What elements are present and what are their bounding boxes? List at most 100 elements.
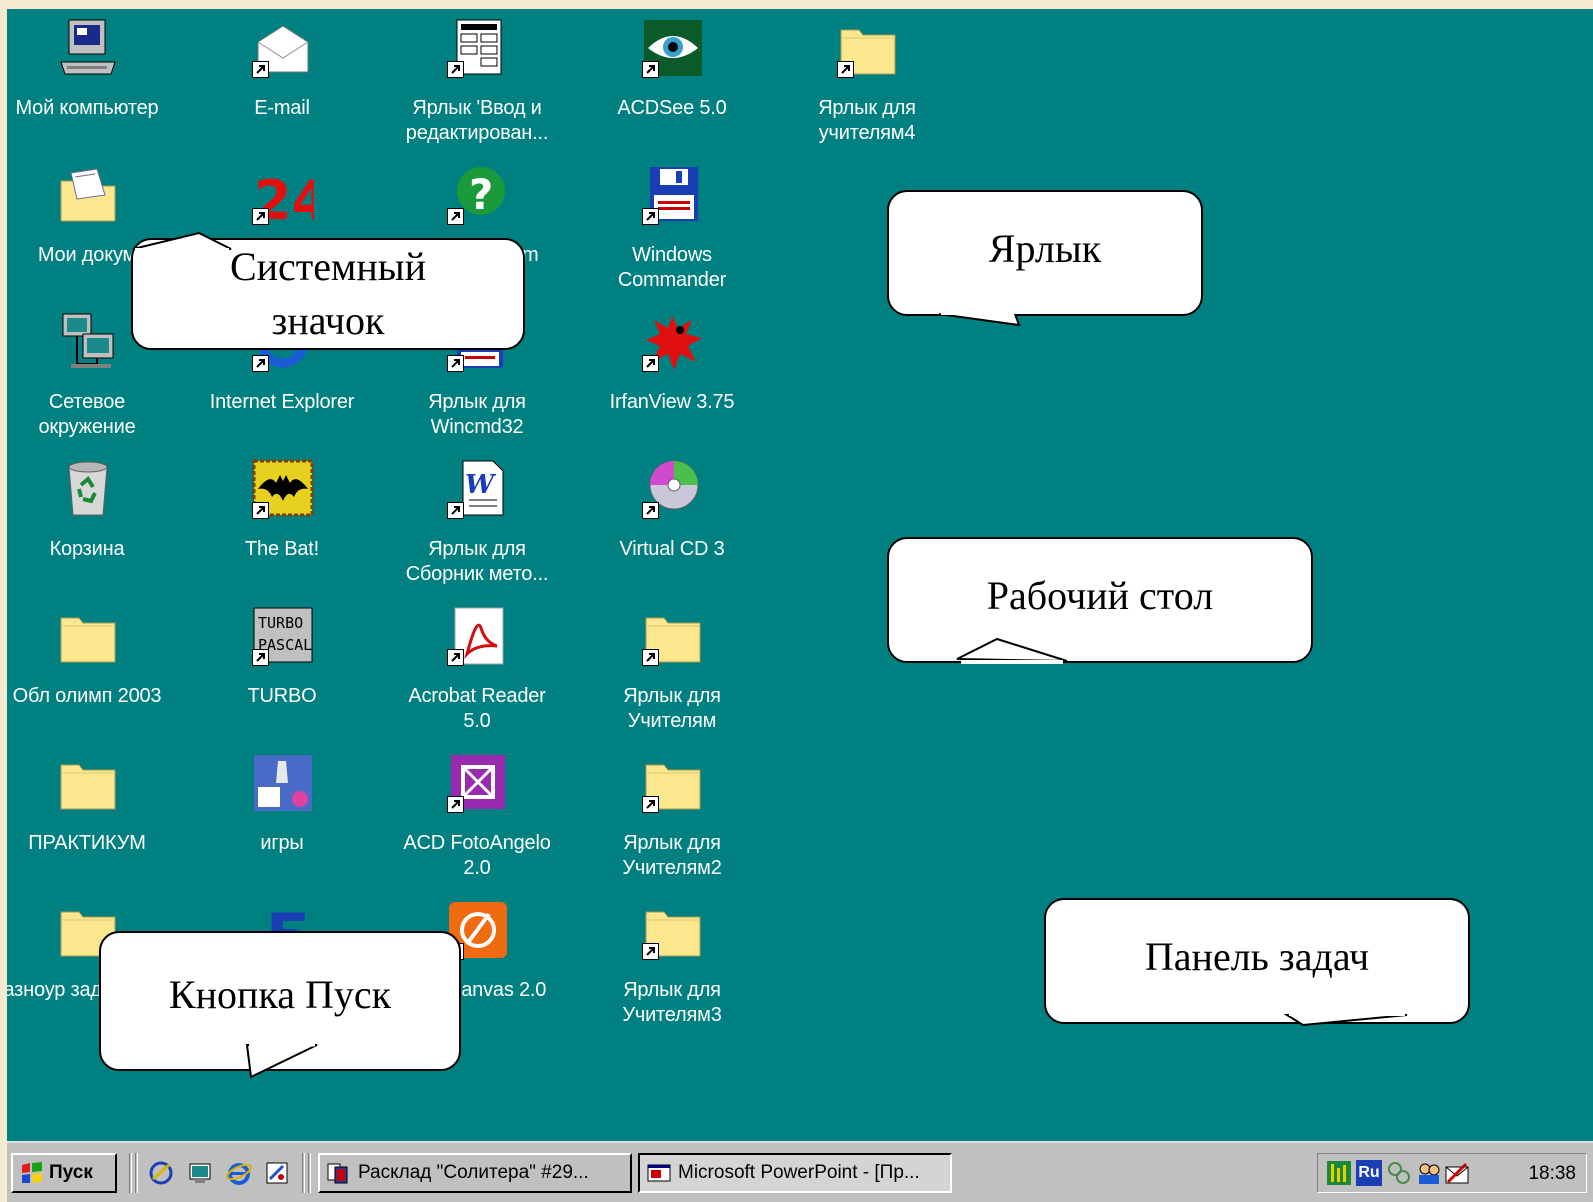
desktop-icon-label: Ярлык для Сборник мето... — [405, 538, 549, 585]
callout-start-button-text: Кнопка Пуск — [168, 972, 392, 1017]
task-button-powerpoint-label: Microsoft PowerPoint - [Пр... — [678, 1162, 920, 1183]
desktop-icon-item[interactable]: W Ярлык для Сборник мето... — [397, 459, 557, 599]
desktop-icon-label: Сетевое окружение — [38, 391, 136, 438]
desktop-icon-item[interactable]: Ярлык 'Ввод и редактирован... — [397, 18, 557, 158]
desktop-icon-item[interactable]: ПРАКТИКУМ — [7, 753, 167, 893]
language-indicator[interactable]: Ru — [1356, 1160, 1382, 1186]
desktop-icon-item[interactable]: The Bat! — [202, 459, 362, 599]
shortcut-arrow-icon — [642, 61, 659, 78]
desktop[interactable]: Мой компьютер E-mail Ярлык 'Ввод и редакти… — [7, 9, 1593, 1202]
shortcut-arrow-icon — [252, 502, 269, 519]
callout-system-icon-tail — [132, 231, 232, 252]
desktop-icon-label: Ярлык 'Ввод и редактирован... — [405, 97, 549, 144]
folder-icon — [57, 753, 119, 815]
taskbar-separator — [308, 1153, 311, 1193]
callout-shortcut-tail — [938, 311, 1021, 327]
shortcut-arrow-icon — [642, 649, 659, 666]
desktop-icon-label: Acrobat Reader 5.0 — [408, 685, 546, 732]
desktop-icon-label: Обл олимп 2003 — [12, 685, 162, 707]
desktop-icon-label: ПРАКТИКУМ — [28, 832, 146, 854]
shortcut-arrow-icon — [642, 502, 659, 519]
start-button-label: Пуск — [49, 1162, 93, 1183]
desktop-icon-label: Корзина — [49, 538, 125, 560]
mail-check-icon[interactable] — [1444, 1160, 1470, 1186]
desktop-icon-label: Ярлык для учителям4 — [818, 97, 916, 144]
desktop-icon-item[interactable]: ACD FotoAngelo 2.0 — [397, 753, 557, 893]
callout-system-icon-text: Системный значок — [229, 244, 427, 343]
desktop-icon-label: Ярлык для Учителям3 — [622, 979, 722, 1026]
desktop-icon-item[interactable]: E-mail — [202, 18, 362, 158]
shortcut-arrow-icon — [642, 943, 659, 960]
shortcut-arrow-icon — [447, 649, 464, 666]
start-button[interactable]: Пуск — [11, 1153, 117, 1193]
shortcut-arrow-icon — [447, 502, 464, 519]
desktop-icon-item[interactable]: игры — [202, 753, 362, 893]
task-button-solitaire[interactable]: Расклад "Солитера" #29... — [318, 1153, 632, 1193]
volume-mixer-icon[interactable] — [1326, 1160, 1352, 1186]
desktop-icon-item[interactable]: ACDSee 5.0 — [592, 18, 752, 158]
desktop-icon-label: ACDSee 5.0 — [617, 97, 727, 119]
taskbar-separator — [135, 1153, 138, 1193]
outlook-express-icon[interactable] — [147, 1159, 175, 1187]
desktop-icon-item[interactable]: Virtual CD 3 — [592, 459, 752, 599]
network-computers-icon — [57, 312, 119, 374]
shortcut-arrow-icon — [252, 355, 269, 372]
callout-shortcut: Ярлык — [887, 190, 1203, 316]
users-icon[interactable] — [1416, 1160, 1442, 1186]
desktop-icon-label: Ярлык для Учителям2 — [622, 832, 722, 879]
desktop-icon-item[interactable]: Ярлык для Учителям2 — [592, 753, 752, 893]
desktop-icon-label: The Bat! — [245, 538, 319, 560]
shortcut-arrow-icon — [252, 208, 269, 225]
shortcut-arrow-icon — [252, 61, 269, 78]
callout-shortcut-text: Ярлык — [988, 226, 1102, 271]
desktop-icon-label: TURBO — [247, 685, 317, 707]
desktop-icon-label: Virtual CD 3 — [619, 538, 725, 560]
taskbar: Пуск Расклад "Солитера" #29... Microsoft… — [7, 1141, 1593, 1202]
shortcut-arrow-icon — [447, 208, 464, 225]
desktop-icon-item[interactable]: Ярлык для учителям4 — [787, 18, 947, 158]
desktop-icon-item[interactable]: Acrobat Reader 5.0 — [397, 606, 557, 746]
svg-text:TURBO: TURBO — [258, 614, 303, 632]
desktop-icon-label: Мой компьютер — [15, 97, 159, 119]
shortcut-arrow-icon — [642, 355, 659, 372]
callout-system-icon: Системный значок — [131, 238, 525, 350]
shortcut-arrow-icon — [252, 649, 269, 666]
desktop-icon-item[interactable]: Ярлык для Учителям3 — [592, 900, 752, 1040]
desktop-icon-label: Internet Explorer — [209, 391, 355, 413]
desktop-icon-label: IrfanView 3.75 — [609, 391, 735, 413]
games-chess-icon — [252, 753, 314, 815]
desktop-icon-item[interactable]: Windows Commander — [592, 165, 752, 305]
callout-taskbar-text: Панель задач — [1144, 934, 1370, 979]
desktop-icon-label: Ярлык для Wincmd32 — [428, 391, 526, 438]
shortcut-arrow-icon — [642, 208, 659, 225]
desktop-icon-label: E-mail — [254, 97, 310, 119]
desktop-icon-item[interactable]: Ярлык для Учителям — [592, 606, 752, 746]
svg-text:?: ? — [469, 170, 493, 219]
task-button-solitaire-label: Расклад "Солитера" #29... — [358, 1162, 589, 1183]
desktop-icon[interactable] — [187, 1159, 215, 1187]
solitaire-cards-icon — [327, 1163, 348, 1184]
desktop-icon-label: игры — [260, 832, 304, 854]
system-tray: Ru 18:38 — [1317, 1153, 1587, 1193]
svg-text:W: W — [465, 470, 497, 500]
desktop-icon-item[interactable]: Корзина — [7, 459, 167, 599]
clock[interactable]: 18:38 — [1528, 1163, 1576, 1185]
task-button-powerpoint[interactable]: Microsoft PowerPoint - [Пр... — [638, 1153, 952, 1193]
taskbar-separator — [302, 1153, 305, 1193]
my-computer-icon — [57, 18, 119, 80]
shortcut-arrow-icon — [642, 796, 659, 813]
callout-desktop-tail — [956, 637, 1068, 664]
shortcut-arrow-icon — [447, 61, 464, 78]
callout-start-button-tail — [245, 1041, 318, 1079]
network-activity-icon[interactable] — [1386, 1160, 1412, 1186]
desktop-icon-label: Ярлык для Учителям — [623, 685, 721, 732]
internet-explorer-icon[interactable] — [225, 1159, 253, 1187]
my-documents-icon — [57, 165, 119, 227]
desktop-icon-item[interactable]: Мой компьютер — [7, 18, 167, 158]
desktop-icon-item[interactable]: TURBO PASCAL TURBO — [202, 606, 362, 746]
show-channels-icon[interactable] — [263, 1159, 291, 1187]
desktop-icon-item[interactable]: IrfanView 3.75 — [592, 312, 752, 452]
taskbar-separator — [129, 1153, 132, 1193]
callout-taskbar: Панель задач — [1044, 898, 1470, 1024]
desktop-icon-item[interactable]: Обл олимп 2003 — [7, 606, 167, 746]
